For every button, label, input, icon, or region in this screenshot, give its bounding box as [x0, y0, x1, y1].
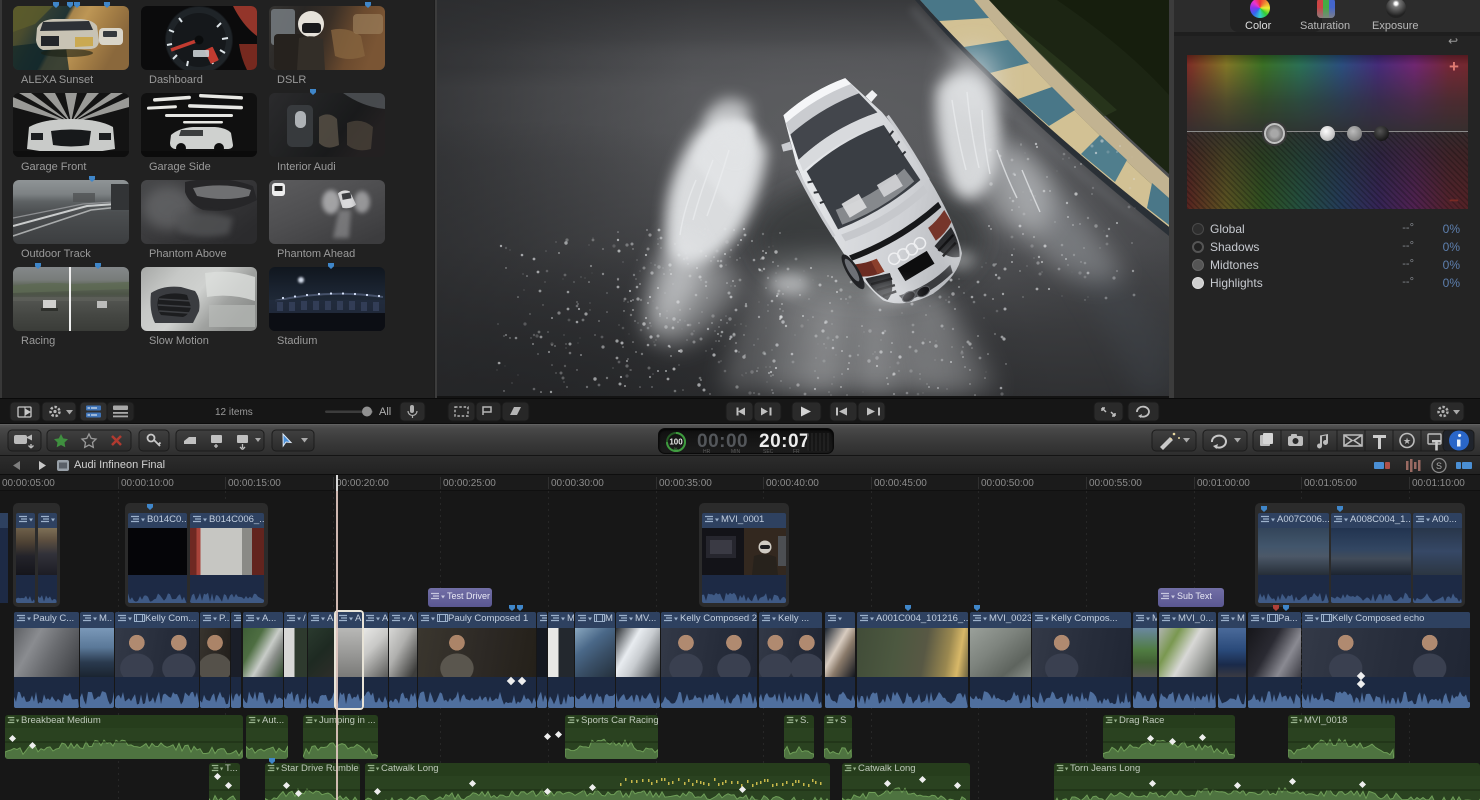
svg-text:%: % [674, 448, 679, 454]
svg-text:S: S [1436, 461, 1442, 471]
svg-text:All: All [379, 406, 391, 418]
svg-text:12 items: 12 items [215, 407, 253, 418]
svg-text:★: ★ [1403, 436, 1411, 446]
svg-text:100: 100 [669, 438, 683, 447]
